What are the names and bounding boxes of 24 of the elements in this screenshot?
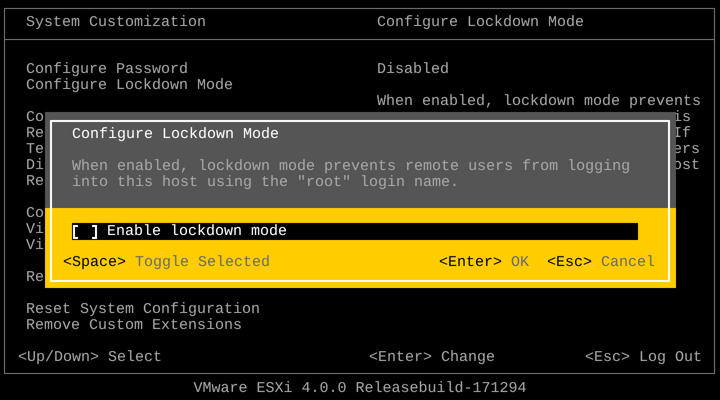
action-label: OK — [510, 255, 529, 271]
dialog-message: When enabled, lockdown mode prevents remote users from logging — [72, 159, 632, 175]
menu-item[interactable]: Configure Password — [26, 62, 377, 78]
description-text: When enabled, lockdown mode prevents — [377, 94, 702, 110]
option-label: Enable lockdown mode — [107, 224, 288, 240]
menu-item[interactable]: Configure Lockdown Mode — [26, 78, 377, 94]
menu-item[interactable]: Reset System Configuration — [26, 302, 377, 318]
status-text: Disabled — [377, 62, 450, 78]
option-row[interactable]: Enable lockdown mode — [72, 223, 638, 240]
version-text: VMware ESXi 4.0.0 Releasebuild-171294 — [192, 379, 528, 397]
key-label: <Enter> — [438, 255, 502, 271]
panel-title: Configure Lockdown Mode — [377, 15, 586, 31]
key-label: <Space> — [63, 255, 126, 271]
key-hint: <Up/Down> Select — [18, 350, 164, 366]
dialog-title: Configure Lockdown Mode — [71, 127, 280, 143]
key-hint: <Enter> Change — [369, 350, 496, 366]
dialog-message: into this host using the "root" login name. — [72, 175, 460, 191]
key-label: <Esc> — [546, 255, 592, 271]
checkbox[interactable] — [72, 224, 98, 238]
key-hint: <Esc> Log Out — [585, 350, 704, 366]
action-label: Toggle Selected — [135, 255, 270, 271]
screen-title: System Customization — [26, 15, 208, 31]
action-label: Cancel — [600, 255, 655, 271]
menu-item[interactable]: Remove Custom Extensions — [26, 318, 377, 334]
